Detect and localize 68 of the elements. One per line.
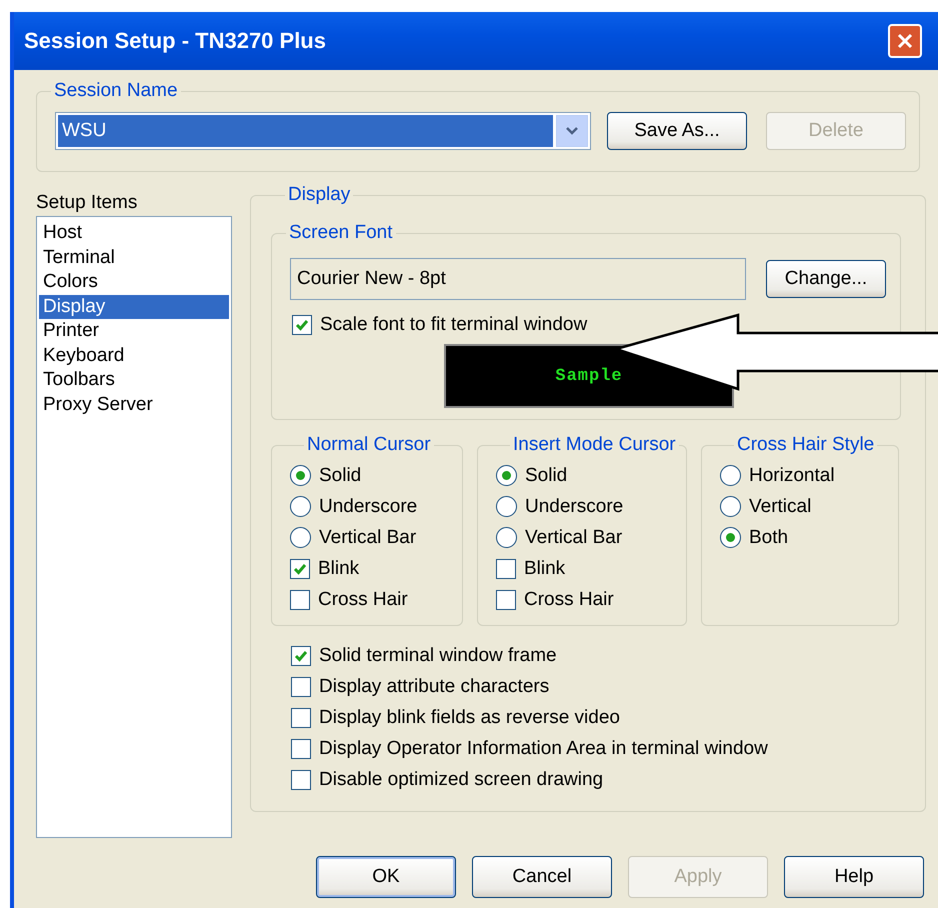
- list-item[interactable]: Toolbars: [39, 368, 229, 392]
- group-label: Screen Font: [288, 222, 394, 244]
- radio-label: Horizontal: [749, 464, 835, 486]
- checkbox[interactable]: [291, 676, 311, 696]
- checkbox[interactable]: [291, 738, 311, 758]
- list-item[interactable]: Colors: [39, 270, 229, 294]
- radio-label: Underscore: [525, 496, 624, 518]
- radio-button[interactable]: [496, 527, 517, 548]
- close-icon: [896, 32, 914, 50]
- radio-button[interactable]: [720, 496, 741, 517]
- checkbox[interactable]: [496, 558, 516, 578]
- list-item[interactable]: Display: [39, 294, 229, 319]
- check-icon: [294, 317, 310, 333]
- checkbox-label: Blink: [524, 558, 566, 580]
- radio-button[interactable]: [290, 496, 311, 517]
- radio-button[interactable]: [496, 465, 517, 486]
- checkbox-label: Solid terminal window frame: [319, 644, 557, 666]
- checkbox-label: Disable optimized screen drawing: [319, 768, 604, 790]
- dropdown-button[interactable]: [556, 115, 588, 147]
- group-label: Display: [287, 184, 352, 206]
- checkbox[interactable]: [290, 558, 310, 578]
- checkbox-label: Cross Hair: [524, 588, 614, 610]
- save-as-button[interactable]: Save As...: [607, 112, 747, 150]
- checkbox[interactable]: [291, 770, 311, 790]
- group-label: Insert Mode Cursor: [512, 434, 677, 456]
- font-field[interactable]: Courier New - 8pt: [290, 258, 746, 300]
- checkbox-label: Cross Hair: [318, 588, 408, 610]
- radio-label: Underscore: [319, 496, 418, 518]
- checkbox[interactable]: [496, 590, 516, 610]
- checkbox-label: Display blink fields as reverse video: [319, 706, 620, 728]
- radio-label: Solid: [525, 464, 568, 486]
- radio-label: Vertical: [749, 496, 812, 518]
- radio-label: Vertical Bar: [319, 526, 416, 548]
- close-button[interactable]: [888, 24, 922, 58]
- checkbox-label: Blink: [318, 558, 360, 580]
- list-item[interactable]: Keyboard: [39, 344, 229, 368]
- radio-button[interactable]: [720, 527, 741, 548]
- change-button[interactable]: Change...: [766, 260, 886, 298]
- dialog-button[interactable]: Help: [784, 856, 924, 898]
- group-label: Cross Hair Style: [736, 434, 876, 456]
- setup-items-label: Setup Items: [36, 192, 138, 214]
- window-title: Session Setup - TN3270 Plus: [24, 28, 327, 54]
- radio-label: Vertical Bar: [525, 526, 622, 548]
- radio-button[interactable]: [720, 465, 741, 486]
- chevron-down-icon: [565, 126, 579, 136]
- dropdown-value: WSU: [58, 115, 553, 147]
- checkbox-label: Display Operator Information Area in terminal window: [319, 738, 768, 760]
- checkbox[interactable]: [290, 590, 310, 610]
- dialog-button[interactable]: OK: [316, 856, 456, 898]
- session-dropdown[interactable]: WSU: [55, 112, 591, 150]
- checkbox-label: Scale font to fit terminal window: [320, 314, 588, 336]
- list-item[interactable]: Host: [39, 221, 229, 246]
- sample-text: Sample: [555, 366, 623, 386]
- list-item[interactable]: Terminal: [39, 246, 229, 270]
- checkbox[interactable]: [292, 315, 312, 335]
- radio-label: Both: [749, 526, 788, 548]
- radio-button[interactable]: [496, 496, 517, 517]
- checkbox-label: Display attribute characters: [319, 676, 550, 698]
- checkbox[interactable]: [291, 646, 311, 666]
- checkbox[interactable]: [291, 708, 311, 728]
- radio-button[interactable]: [290, 527, 311, 548]
- dialog-button[interactable]: Cancel: [472, 856, 612, 898]
- list-item[interactable]: Proxy Server: [39, 392, 229, 417]
- list-item[interactable]: Printer: [39, 319, 229, 344]
- group-label: Normal Cursor: [306, 434, 432, 456]
- group-label: Session Name: [53, 80, 179, 102]
- radio-button[interactable]: [290, 465, 311, 486]
- radio-label: Solid: [319, 464, 362, 486]
